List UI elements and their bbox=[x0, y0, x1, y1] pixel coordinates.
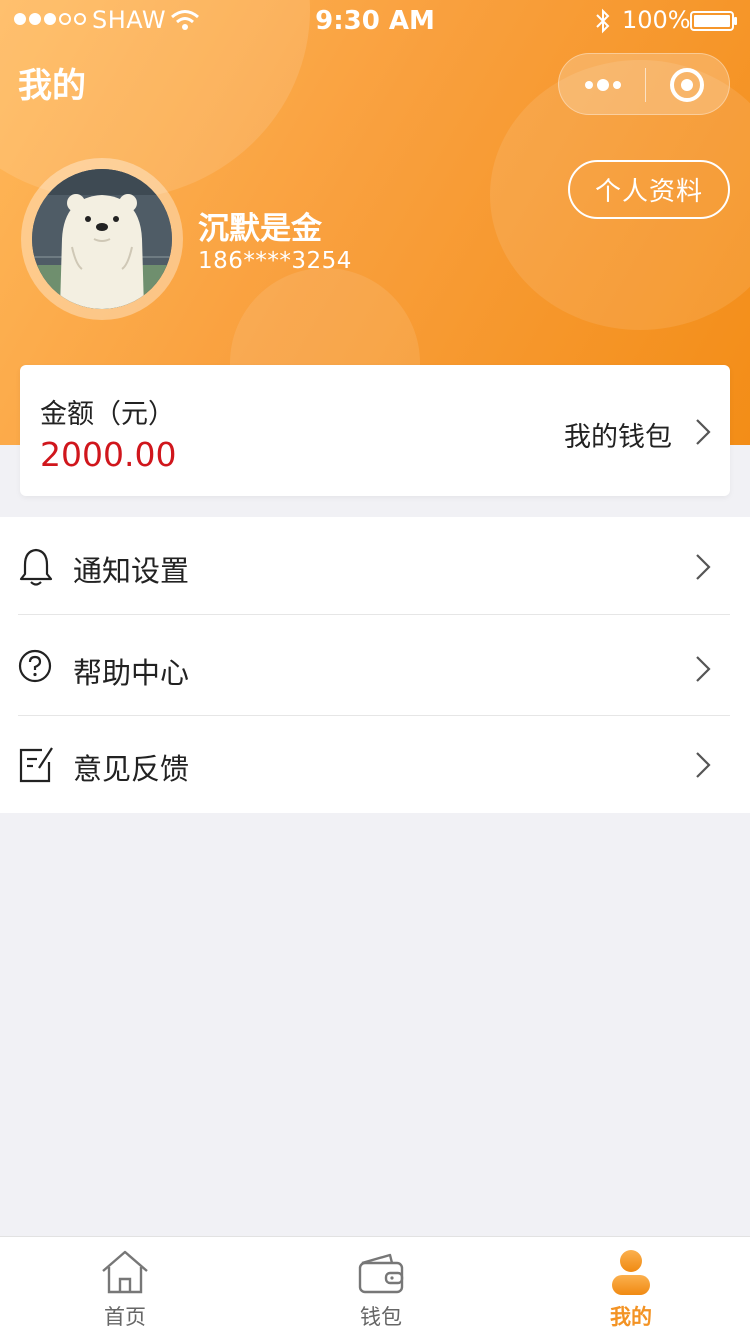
user-phone: 186****3254 bbox=[198, 248, 352, 274]
tab-bar: 首页 钱包 我的 bbox=[0, 1236, 750, 1334]
polar-bear-avatar-icon bbox=[32, 169, 172, 309]
close-target-icon[interactable] bbox=[669, 67, 705, 103]
tab-home[interactable]: 首页 bbox=[0, 1237, 250, 1334]
page-title: 我的 bbox=[18, 66, 86, 106]
bluetooth-icon bbox=[596, 8, 610, 34]
feedback-icon bbox=[19, 747, 53, 783]
help-icon bbox=[18, 649, 52, 683]
chevron-right-icon bbox=[696, 419, 711, 445]
menu-item-feedback[interactable]: 意见反馈 bbox=[0, 716, 750, 814]
menu-item-help-center[interactable]: 帮助中心 bbox=[0, 615, 750, 713]
menu-item-label: 帮助中心 bbox=[73, 656, 190, 690]
more-icon[interactable] bbox=[583, 74, 623, 96]
settings-menu: 通知设置 帮助中心 意见反馈 bbox=[0, 517, 750, 813]
menu-item-notification-settings[interactable]: 通知设置 bbox=[0, 517, 750, 615]
menu-item-label: 通知设置 bbox=[73, 554, 190, 588]
tab-wallet[interactable]: 钱包 bbox=[256, 1237, 506, 1334]
balance-card[interactable]: 金额（元） 2000.00 我的钱包 bbox=[20, 365, 730, 496]
mini-program-capsule bbox=[558, 53, 730, 115]
balance-value: 2000.00 bbox=[40, 435, 177, 474]
bell-icon bbox=[19, 548, 53, 586]
capsule-divider bbox=[645, 68, 646, 102]
user-name: 沉默是金 bbox=[198, 211, 322, 247]
wallet-icon bbox=[358, 1253, 404, 1294]
edit-profile-button[interactable]: 个人资料 bbox=[568, 160, 730, 219]
tab-mine[interactable]: 我的 bbox=[506, 1237, 750, 1334]
tab-label: 我的 bbox=[610, 1305, 652, 1329]
user-icon bbox=[612, 1250, 650, 1295]
chevron-right-icon bbox=[696, 656, 711, 682]
chevron-right-icon bbox=[696, 752, 711, 778]
chevron-right-icon bbox=[696, 554, 711, 580]
status-bar: SHAW 9:30 AM 100% bbox=[0, 0, 750, 40]
balance-label: 金额（元） bbox=[40, 399, 175, 430]
menu-item-label: 意见反馈 bbox=[73, 752, 190, 786]
battery-icon bbox=[690, 11, 737, 31]
battery-percent: 100% bbox=[622, 6, 691, 34]
avatar-image bbox=[32, 169, 172, 309]
my-wallet-link[interactable]: 我的钱包 bbox=[564, 415, 672, 454]
avatar[interactable] bbox=[21, 158, 183, 320]
home-icon bbox=[102, 1250, 148, 1294]
tab-label: 首页 bbox=[104, 1305, 146, 1329]
tab-label: 钱包 bbox=[360, 1305, 402, 1329]
